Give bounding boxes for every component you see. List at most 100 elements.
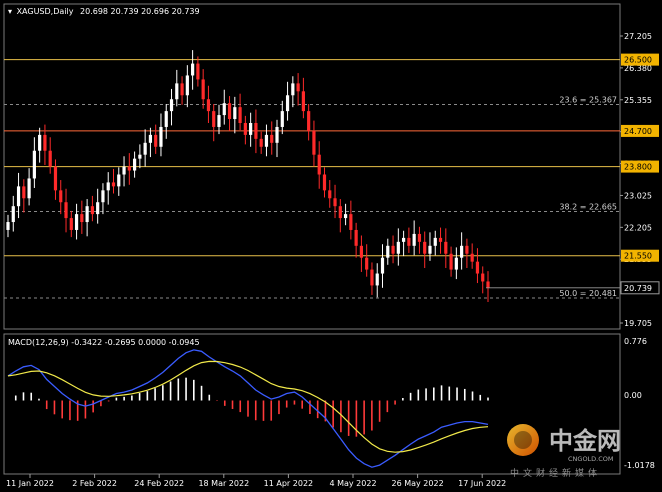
x-tick-label: 11 Apr 2022 — [264, 479, 313, 488]
candle-body — [80, 214, 84, 223]
candle-body — [22, 186, 26, 199]
candle-body — [259, 138, 263, 147]
candle-body — [317, 154, 321, 175]
candle-body — [359, 245, 364, 258]
candle-body — [16, 186, 21, 207]
candle-body — [402, 237, 406, 242]
candle-body — [154, 134, 158, 147]
candle-body — [212, 111, 216, 127]
candle-body — [285, 95, 290, 112]
header-symbol-row: ▾ XAGUSD,Daily 20.698 20.739 20.696 20.7… — [8, 7, 200, 16]
candle-body — [412, 233, 416, 246]
collapse-triangle-icon[interactable]: ▾ — [8, 7, 12, 16]
candle-body — [106, 182, 110, 191]
candle-body — [338, 206, 342, 219]
candle-body — [322, 174, 327, 191]
candle-body — [164, 111, 168, 127]
candle-body — [238, 107, 242, 123]
candle-body — [444, 241, 448, 254]
candle-body — [249, 123, 253, 135]
candle-body — [270, 134, 274, 143]
candle-body — [6, 222, 10, 230]
candle-body — [32, 150, 36, 179]
x-tick-label: 17 Jun 2022 — [458, 479, 506, 488]
candle-body — [180, 83, 184, 96]
macd-axis-bottom: -1.0178 — [624, 461, 655, 470]
candle-body — [428, 245, 432, 254]
candle-body — [470, 253, 474, 262]
candle-body — [296, 83, 300, 92]
macd-axis-top: 0.776 — [624, 337, 647, 346]
fib-line-label: 50.0 = 20.481 — [559, 289, 617, 298]
fib-line-label: 23.6 = 25.367 — [559, 95, 617, 104]
y-tick-label: 27.205 — [624, 32, 652, 41]
x-tick-label: 11 Jan 2022 — [6, 479, 54, 488]
candle-body — [38, 134, 42, 151]
candle-body — [85, 206, 89, 223]
candle-body — [386, 245, 390, 258]
candle-body — [74, 214, 79, 230]
candle-body — [227, 103, 232, 120]
candle-body — [101, 190, 105, 203]
candle-body — [438, 237, 443, 242]
candle-body — [433, 237, 437, 246]
candle-body — [159, 126, 163, 147]
candle-body — [407, 237, 411, 246]
candle-body — [53, 166, 58, 191]
candle-body — [185, 75, 189, 96]
y-tick-label: 23.025 — [624, 191, 652, 200]
price-chart: ▾ XAGUSD,Daily 20.698 20.739 20.696 20.7… — [3, 3, 660, 488]
candle-body — [148, 134, 153, 143]
candle-body — [222, 103, 226, 116]
candle-body — [328, 190, 332, 199]
candle-body — [96, 202, 100, 215]
y-tick-label: 25.355 — [624, 96, 652, 105]
x-tick-label: 4 May 2022 — [329, 479, 376, 488]
candle-body — [201, 79, 205, 100]
level-price-tag-label: 23.800 — [624, 163, 652, 172]
candle-body — [11, 206, 15, 223]
candle-body — [206, 99, 211, 112]
candle-body — [254, 123, 258, 139]
level-price-tag-label: 21.550 — [624, 252, 652, 261]
candle-body — [280, 111, 284, 127]
candle-body — [312, 130, 316, 155]
x-tick-label: 26 May 2022 — [392, 479, 444, 488]
candle-body — [460, 245, 464, 258]
candle-body — [48, 150, 52, 167]
candle-body — [486, 281, 490, 288]
candle-body — [111, 182, 116, 187]
candle-body — [391, 245, 395, 254]
candle-body — [349, 214, 353, 230]
candle-body — [343, 214, 348, 219]
candle-body — [396, 241, 400, 254]
candle-body — [454, 257, 458, 270]
candle-body — [365, 257, 369, 270]
candle-body — [143, 142, 147, 155]
candle-body — [132, 158, 137, 171]
candle-body — [243, 123, 247, 135]
candle-body — [90, 206, 94, 215]
svg-text:中文财经新媒体: 中文财经新媒体 — [510, 467, 601, 479]
candle-body — [264, 134, 269, 147]
candle-body — [423, 241, 427, 254]
svg-text:CNGOLD.COM: CNGOLD.COM — [568, 455, 614, 463]
candle-body — [127, 166, 131, 171]
macd-axis-zero: 0.00 — [624, 391, 642, 400]
candle-body — [27, 178, 31, 199]
candle-body — [69, 218, 73, 230]
candle-body — [354, 229, 358, 246]
symbol-label: XAGUSD,Daily — [17, 7, 74, 16]
x-tick-label: 18 Mar 2022 — [198, 479, 249, 488]
candle-body — [122, 166, 126, 175]
svg-text:中金网: 中金网 — [549, 427, 621, 455]
y-tick-label: 19.705 — [624, 319, 652, 328]
candle-body — [196, 63, 200, 80]
candle-body — [291, 83, 295, 96]
ohlc-label: 20.698 20.739 20.696 20.739 — [80, 7, 200, 16]
candle-body — [465, 245, 469, 254]
candle-body — [307, 111, 311, 131]
candle-body — [333, 198, 337, 207]
candle-body — [475, 261, 480, 274]
candle-body — [117, 174, 121, 187]
